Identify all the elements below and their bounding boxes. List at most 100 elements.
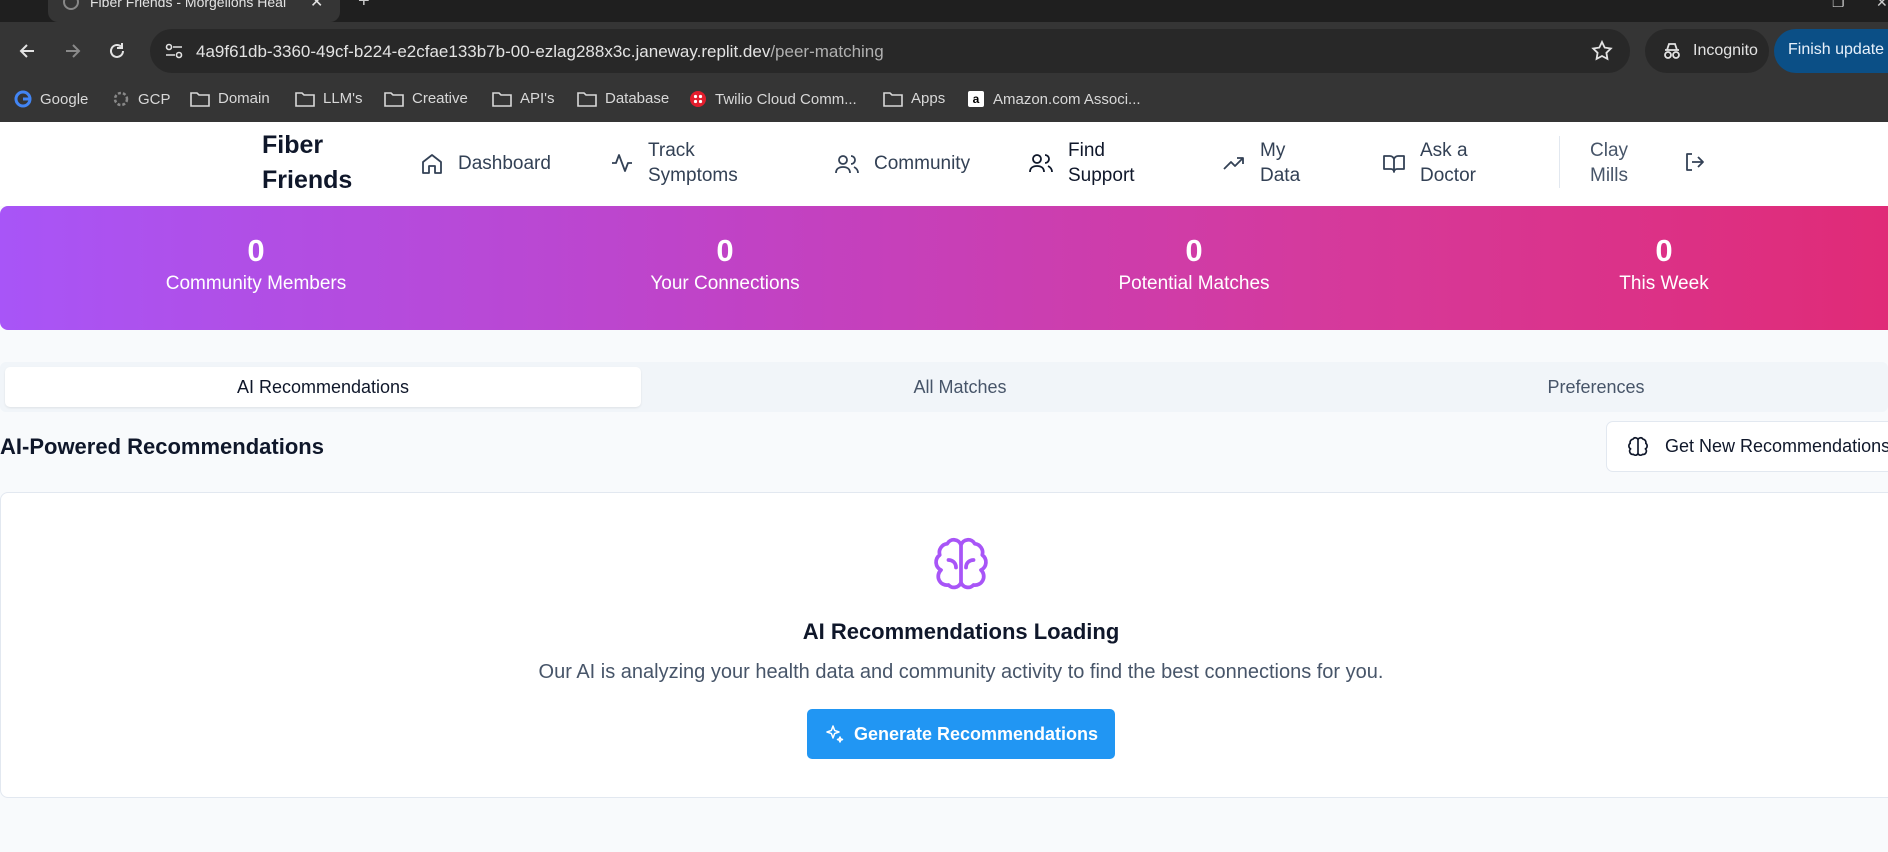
card-title: AI Recommendations Loading bbox=[802, 619, 1120, 644]
bookmark-gcp[interactable]: GCP bbox=[112, 90, 171, 108]
logout-icon[interactable] bbox=[1684, 151, 1706, 178]
site-info-icon[interactable] bbox=[164, 41, 184, 66]
tab-ai-recommendations[interactable]: AI Recommendations bbox=[5, 367, 641, 407]
app-logo[interactable]: Fiber Friends bbox=[262, 128, 352, 198]
twilio-icon bbox=[690, 91, 706, 107]
activity-icon bbox=[612, 154, 632, 172]
folder-icon bbox=[577, 91, 597, 107]
home-icon bbox=[422, 153, 442, 174]
logo-line: Fiber bbox=[262, 131, 324, 159]
nav-track-symptoms[interactable]: Track Symptoms bbox=[610, 138, 738, 188]
close-window-icon[interactable]: ✕ bbox=[1876, 0, 1888, 11]
bookmark-twilio[interactable]: Twilio Cloud Comm... bbox=[689, 90, 857, 108]
stat-this-week: 0 This Week bbox=[1514, 234, 1814, 296]
stat-community-members: 0 Community Members bbox=[106, 234, 406, 296]
tab-all-matches[interactable]: All Matches bbox=[645, 367, 1275, 407]
incognito-label: Incognito bbox=[1693, 42, 1758, 59]
nav-dashboard[interactable]: Dashboard bbox=[420, 151, 551, 176]
amazon-icon: a bbox=[968, 91, 984, 107]
tab-list: AI Recommendations All Matches Preferenc… bbox=[0, 362, 1888, 412]
reload-button[interactable] bbox=[101, 35, 133, 67]
bookmark-apis[interactable]: API's bbox=[492, 90, 555, 107]
nav-label: My bbox=[1260, 140, 1286, 161]
tab-preferences[interactable]: Preferences bbox=[1280, 367, 1888, 407]
tab-close-icon[interactable]: ✕ bbox=[310, 0, 323, 12]
bookmark-label: Database bbox=[605, 90, 670, 107]
bookmark-label: GCP bbox=[138, 90, 171, 108]
nav-label: Track bbox=[648, 140, 695, 161]
forward-button[interactable] bbox=[56, 35, 88, 67]
incognito-indicator[interactable]: Incognito bbox=[1645, 29, 1769, 73]
bookmark-amazon[interactable]: a Amazon.com Associ... bbox=[967, 90, 1141, 108]
sparkles-icon bbox=[826, 725, 844, 743]
user-name: Clay Mills bbox=[1590, 138, 1628, 188]
nav-find-support[interactable]: Find Support bbox=[1028, 138, 1135, 188]
address-bar[interactable]: 4a9f61db-3360-49cf-b224-e2cfae133b7b-00-… bbox=[150, 29, 1630, 73]
get-new-label: Get New Recommendations bbox=[1665, 436, 1888, 456]
recommendations-card: AI Recommendations Loading Our AI is ana… bbox=[0, 492, 1888, 798]
stat-value: 0 bbox=[1185, 233, 1203, 268]
nav-ask-a-doctor[interactable]: Ask a Doctor bbox=[1382, 138, 1476, 188]
stat-label: Potential Matches bbox=[1118, 273, 1270, 294]
bookmark-domain[interactable]: Domain bbox=[190, 90, 270, 107]
get-new-recommendations-button[interactable]: Get New Recommendations bbox=[1606, 421, 1888, 472]
url-text: 4a9f61db-3360-49cf-b224-e2cfae133b7b-00-… bbox=[196, 42, 884, 62]
stat-your-connections: 0 Your Connections bbox=[575, 234, 875, 296]
brain-icon bbox=[1628, 436, 1648, 456]
user-name-line: Mills bbox=[1590, 165, 1628, 186]
gcp-icon bbox=[113, 91, 129, 107]
bookmark-label: Amazon.com Associ... bbox=[993, 90, 1141, 108]
nav-label: Find bbox=[1068, 140, 1105, 161]
nav-label: Data bbox=[1260, 165, 1301, 186]
nav-label: Doctor bbox=[1420, 165, 1476, 186]
stat-label: Your Connections bbox=[650, 273, 800, 294]
nav-label: Community bbox=[874, 153, 971, 174]
stat-label: This Week bbox=[1619, 273, 1709, 294]
bookmark-apps[interactable]: Apps bbox=[883, 90, 945, 107]
bookmark-label: LLM's bbox=[323, 90, 363, 107]
browser-toolbar: 4a9f61db-3360-49cf-b224-e2cfae133b7b-00-… bbox=[0, 22, 1888, 80]
stats-banner: 0 Community Members 0 Your Connections 0… bbox=[0, 206, 1888, 330]
folder-icon bbox=[190, 91, 210, 107]
browser-tab-strip: Fiber Friends - Morgellons Heal ✕ + ❐ ✕ bbox=[0, 0, 1888, 22]
stat-value: 0 bbox=[1655, 233, 1673, 268]
users-icon bbox=[1029, 154, 1053, 173]
bookmark-llms[interactable]: LLM's bbox=[295, 90, 363, 107]
nav-label: Dashboard bbox=[458, 153, 551, 174]
folder-icon bbox=[295, 91, 315, 107]
new-tab-icon[interactable]: + bbox=[358, 0, 370, 13]
nav-my-data[interactable]: My Data bbox=[1222, 138, 1300, 188]
nav-divider bbox=[1559, 136, 1560, 188]
folder-icon bbox=[883, 91, 903, 107]
tab-favicon-icon bbox=[63, 0, 79, 10]
url-path: /peer-matching bbox=[770, 42, 884, 61]
stat-value: 0 bbox=[716, 233, 734, 268]
restore-window-icon[interactable]: ❐ bbox=[1832, 0, 1845, 11]
stat-label: Community Members bbox=[165, 273, 347, 294]
back-button[interactable] bbox=[12, 35, 44, 67]
brain-icon bbox=[931, 535, 991, 600]
browser-tab[interactable]: Fiber Friends - Morgellons Heal ✕ bbox=[48, 0, 340, 22]
nav-community[interactable]: Community bbox=[834, 151, 970, 176]
nav-label: Symptoms bbox=[648, 165, 738, 186]
bookmark-label: Twilio Cloud Comm... bbox=[715, 90, 857, 108]
stat-value: 0 bbox=[247, 233, 265, 268]
bookmark-label: Creative bbox=[412, 90, 468, 107]
bookmark-database[interactable]: Database bbox=[577, 90, 669, 107]
bookmark-google[interactable]: Google bbox=[14, 90, 88, 108]
bookmark-label: API's bbox=[520, 90, 555, 107]
url-host: 4a9f61db-3360-49cf-b224-e2cfae133b7b-00-… bbox=[196, 42, 771, 61]
bookmark-label: Google bbox=[40, 90, 89, 108]
app-header: Fiber Friends Dashboard Track Symptoms Co… bbox=[0, 122, 1888, 206]
user-name-line: Clay bbox=[1590, 140, 1629, 161]
generate-recommendations-button[interactable]: Generate Recommendations bbox=[807, 709, 1115, 759]
bookmarks-bar: Google GCP Domain LLM's Creative API's D… bbox=[0, 80, 1888, 122]
bookmark-star-icon[interactable] bbox=[1590, 39, 1614, 68]
bookmark-creative[interactable]: Creative bbox=[384, 90, 468, 107]
tab-title: Fiber Friends - Morgellons Heal bbox=[90, 0, 287, 10]
bookmark-label: Domain bbox=[218, 90, 270, 107]
google-icon bbox=[14, 90, 32, 108]
finish-update-button[interactable]: Finish update bbox=[1774, 29, 1888, 73]
incognito-icon bbox=[1664, 43, 1680, 59]
folder-icon bbox=[492, 91, 512, 107]
